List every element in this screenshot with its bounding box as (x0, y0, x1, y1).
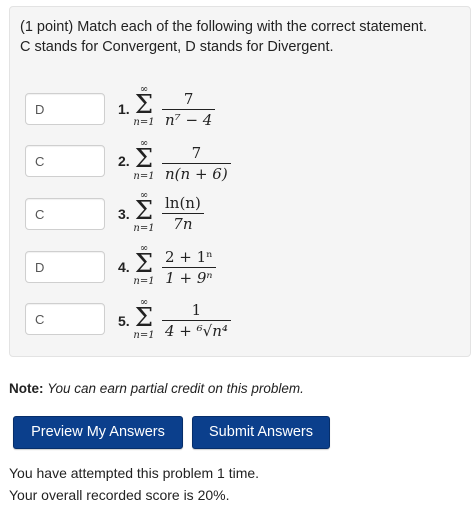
series-row-2: 2. ∞ Σ n=1 7 n(n + 6) (10, 139, 470, 189)
sigma-icon: Σ (134, 249, 154, 279)
answer-input-3[interactable] (25, 198, 105, 230)
item-number-3: 3. (118, 206, 130, 222)
sum-lower-1: n=1 (133, 117, 155, 128)
fraction-1: 7 n⁷ − 4 (162, 89, 216, 130)
note-label: Note: (9, 381, 44, 396)
numerator-3: ln(n) (165, 194, 201, 212)
series-row-3: 3. ∞ Σ n=1 ln(n) 7n (10, 191, 470, 241)
sum-lower-5: n=1 (133, 330, 155, 341)
fraction-3: ln(n) 7n (162, 193, 204, 234)
series-row-5: 5. ∞ Σ n=1 1 4 + ⁶√n⁴ (10, 296, 470, 346)
answer-input-5[interactable] (25, 303, 105, 335)
item-number-4: 4. (118, 259, 130, 275)
numerator-4: 2 + 1ⁿ (165, 248, 213, 266)
sigma-icon: Σ (134, 196, 154, 226)
partial-credit-note: Note: You can earn partial credit on thi… (9, 381, 304, 396)
sum-lower-4: n=1 (133, 276, 155, 287)
sigma-icon: Σ (134, 144, 154, 174)
fraction-4: 2 + 1ⁿ 1 + 9ⁿ (162, 247, 216, 288)
numerator-1: 7 (183, 90, 194, 108)
attempts-status: You have attempted this problem 1 time. (9, 465, 260, 481)
fraction-5: 1 4 + ⁶√n⁴ (162, 300, 231, 341)
item-number-1: 1. (118, 101, 130, 117)
sum-lower-2: n=1 (133, 171, 155, 182)
answer-input-2[interactable] (25, 145, 105, 177)
denominator-1: n⁷ − 4 (165, 111, 213, 129)
series-row-1: 1. ∞ Σ n=1 7 n⁷ − 4 (10, 85, 470, 135)
item-number-5: 5. (118, 313, 130, 329)
item-number-2: 2. (118, 153, 130, 169)
problem-box: (1 point) Match each of the following wi… (9, 6, 471, 357)
sigma-icon: Σ (134, 303, 154, 333)
numerator-5: 1 (191, 301, 202, 319)
prompt-line-2: C stands for Convergent, D stands for Di… (20, 39, 334, 55)
answer-input-1[interactable] (25, 93, 105, 125)
score-status: Your overall recorded score is 20%. (9, 487, 230, 503)
series-row-4: 4. ∞ Σ n=1 2 + 1ⁿ 1 + 9ⁿ (10, 244, 470, 294)
preview-answers-button[interactable]: Preview My Answers (13, 416, 183, 449)
denominator-2: n(n + 6) (165, 165, 228, 183)
denominator-5: 4 + ⁶√n⁴ (165, 322, 228, 340)
sigma-icon: Σ (134, 90, 154, 120)
sum-lower-3: n=1 (133, 223, 155, 234)
prompt-line-1: (1 point) Match each of the following wi… (20, 19, 428, 35)
answer-input-4[interactable] (25, 251, 105, 283)
submit-answers-button[interactable]: Submit Answers (192, 416, 330, 449)
fraction-2: 7 n(n + 6) (162, 143, 231, 184)
denominator-3: 7n (173, 215, 193, 233)
note-text: You can earn partial credit on this prob… (47, 381, 304, 396)
problem-prompt: (1 point) Match each of the following wi… (20, 17, 460, 57)
denominator-4: 1 + 9ⁿ (165, 269, 213, 287)
numerator-2: 7 (191, 144, 202, 162)
